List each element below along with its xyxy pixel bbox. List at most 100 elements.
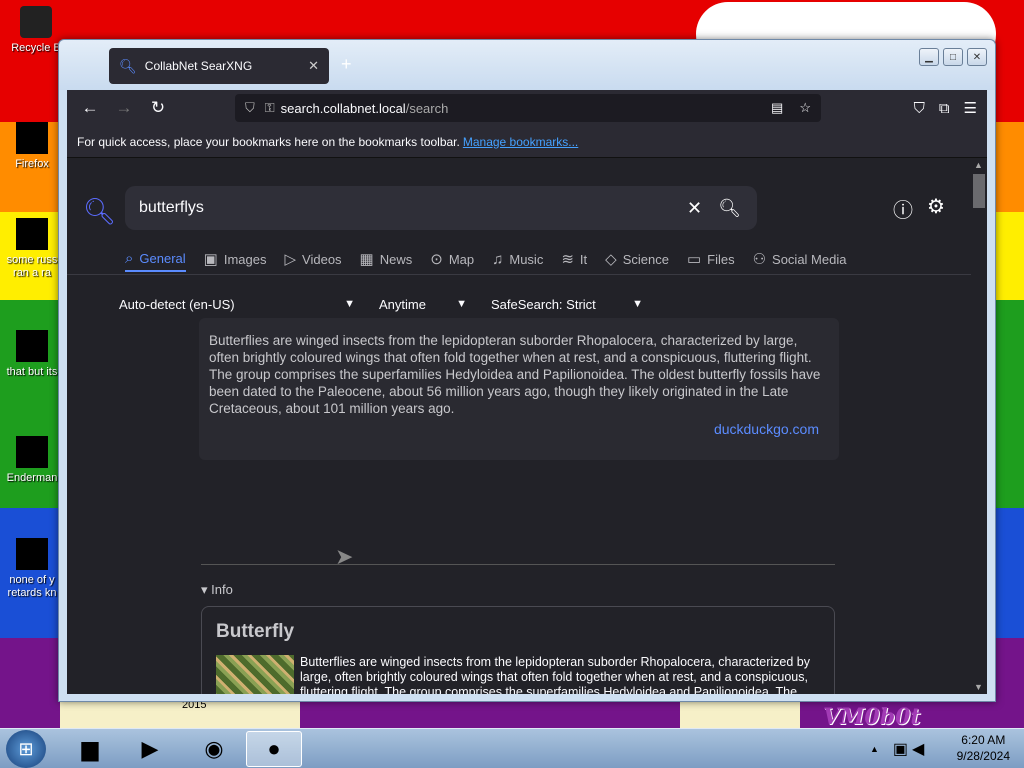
extensions-icon[interactable]: ⧉ — [939, 100, 950, 117]
tab-label: Files — [707, 251, 735, 267]
window-icon — [16, 436, 48, 468]
bookmarks-hint: For quick access, place your bookmarks h… — [77, 134, 460, 149]
tab-news[interactable]: ▦ News — [360, 246, 413, 272]
volume-icon[interactable]: ◀ — [912, 739, 924, 759]
title-bar: 🔍︎ CollabNet SearXNG ✕ + ▁ □ ✕ — [59, 40, 995, 90]
tab-images[interactable]: ▣ Images — [204, 246, 267, 272]
taskbar-app-globe[interactable]: ◉ — [186, 731, 242, 767]
bookmark-star-icon[interactable]: ☆ — [799, 100, 811, 116]
pocket-icon[interactable]: ⛉ — [914, 100, 925, 117]
taskbar-app-firefox[interactable]: ● — [246, 731, 302, 767]
language-value: Auto-detect (en-US) — [119, 296, 235, 312]
infobox: Butterfly Butterflies are winged insects… — [201, 606, 835, 694]
desktop-icon-chrome[interactable]: none of y retards kn — [0, 538, 64, 600]
search-page: 🔍︎ butterflys ✕ 🔍︎ ⓘ ⚙ ⌕ General ▣ Images … — [67, 158, 987, 694]
scroll-up-icon[interactable]: ▲ — [974, 160, 983, 170]
tab-label: Social Media — [772, 251, 847, 267]
taskbar: ⊞ ▆ ▶ ◉ ● ▲ ▣ ◀ 6:20 AM 9/28/2024 — [0, 728, 1024, 768]
forward-button[interactable]: → — [107, 93, 141, 123]
chevron-down-icon: ▼ — [344, 298, 355, 310]
reload-button[interactable]: ↻ — [141, 93, 175, 123]
shield-icon[interactable]: ⛉ — [245, 100, 255, 116]
taskbar-app-media-player[interactable]: ▶ — [122, 731, 178, 767]
browser-content: ← → ↻ ⛉ ⚿ search.collabnet.local/search … — [67, 90, 987, 694]
wallpaper-cartoon — [680, 700, 800, 728]
clock-time: 6:20 AM — [961, 733, 1006, 747]
tab-general[interactable]: ⌕ General — [125, 246, 186, 272]
language-select[interactable]: Auto-detect (en-US) ▼ — [119, 293, 355, 315]
desktop-icon-label: that but its — [6, 366, 58, 378]
info-toggle[interactable]: ▾ Info — [201, 582, 233, 598]
tab-music[interactable]: ♫ Music — [492, 246, 543, 272]
show-hidden-icons-icon[interactable]: ▲ — [870, 744, 879, 754]
network-icon[interactable]: ▣ — [893, 739, 908, 759]
manage-bookmarks-link[interactable]: Manage bookmarks... — [463, 135, 578, 149]
category-tabs: ⌕ General ▣ Images ▷ Videos ▦ News ⊙ Map ♫ Mus… — [125, 246, 864, 272]
scrollbar-thumb[interactable] — [973, 174, 985, 208]
search-icon[interactable]: 🔍︎ — [718, 198, 741, 219]
desktop-icon-firefox[interactable]: Firefox — [0, 122, 64, 171]
clear-icon[interactable]: ✕ — [687, 198, 702, 219]
mouse-cursor-icon: ➤ — [335, 544, 354, 569]
time-range-value: Anytime — [379, 296, 426, 312]
scroll-down-icon[interactable]: ▼ — [974, 682, 983, 692]
desktop-icon-label: none of y retards kn — [7, 574, 57, 599]
tab-label: It — [579, 251, 588, 267]
folder-icon — [16, 330, 48, 362]
taskbar-app-terminal[interactable]: ▆ — [62, 731, 118, 767]
tab-social-media[interactable]: ⚇ Social Media — [753, 246, 847, 272]
close-window-button[interactable]: ✕ — [967, 48, 987, 66]
browser-window: 🔍︎ CollabNet SearXNG ✕ + ▁ □ ✕ ← → ↻ ⛉ ⚿… — [58, 39, 996, 702]
start-button[interactable]: ⊞ — [6, 730, 46, 768]
url-bar[interactable]: ⛉ ⚿ search.collabnet.local/search ▤ ☆ — [235, 94, 821, 122]
infobox-title: Butterfly — [216, 621, 295, 642]
lock-icon[interactable]: ⚿ — [265, 100, 275, 116]
instant-answer: Butterflies are winged insects from the … — [199, 318, 839, 460]
people-icon: ⚇ — [752, 251, 767, 268]
tab-files[interactable]: ▭ Files — [687, 246, 735, 272]
clock-date: 9/28/2024 — [956, 749, 1010, 763]
url-path: /search — [405, 100, 449, 116]
search-filters: Auto-detect (en-US) ▼ Anytime ▼ SafeSear… — [119, 293, 643, 315]
map-pin-icon: ⊙ — [430, 251, 443, 268]
desktop-icon-enderman[interactable]: Enderman — [0, 436, 64, 485]
tab-map[interactable]: ⊙ Map — [430, 246, 474, 272]
desktop-icon-folder[interactable]: that but its — [0, 330, 64, 379]
close-tab-icon[interactable]: ✕ — [308, 58, 319, 74]
reader-view-icon[interactable]: ▤ — [771, 100, 783, 116]
divider — [67, 274, 971, 275]
minimize-button[interactable]: ▁ — [919, 48, 939, 66]
tab-it[interactable]: ≋ It — [561, 246, 587, 272]
desktop-icon-document[interactable]: some russ ran a ra — [0, 218, 64, 280]
answer-text: Butterflies are winged insects from the … — [209, 333, 821, 416]
infobox-text: Butterflies are winged insects from the … — [300, 655, 810, 694]
new-tab-button[interactable]: + — [341, 54, 352, 75]
tab-label: Images — [223, 251, 267, 267]
safesearch-select[interactable]: SafeSearch: Strict ▼ — [491, 293, 643, 315]
search-input[interactable]: butterflys ✕ 🔍︎ — [125, 186, 757, 230]
browser-tab[interactable]: 🔍︎ CollabNet SearXNG ✕ — [109, 48, 329, 84]
back-button[interactable]: ← — [73, 93, 107, 123]
play-icon: ▷ — [284, 251, 297, 268]
searxng-logo-icon[interactable]: 🔍︎ — [83, 196, 116, 227]
tab-videos[interactable]: ▷ Videos — [284, 246, 341, 272]
document-icon — [16, 218, 48, 250]
gear-icon[interactable]: ⚙ — [927, 194, 945, 223]
maximize-button[interactable]: □ — [943, 48, 963, 66]
info-icon[interactable]: ⓘ — [893, 194, 913, 223]
nav-toolbar: ← → ↻ ⛉ ⚿ search.collabnet.local/search … — [67, 90, 987, 126]
answer-source-link[interactable]: duckduckgo.com — [714, 421, 819, 438]
toolbar-right: ⛉ ⧉ ☰ — [914, 94, 977, 122]
tab-label: Science — [622, 251, 669, 267]
safesearch-value: SafeSearch: Strict — [491, 296, 596, 312]
infobox-body: Butterflies are winged insects from the … — [216, 655, 820, 694]
clock[interactable]: 6:20 AM 9/28/2024 — [957, 732, 1010, 764]
tab-science[interactable]: ◇ Science — [605, 246, 669, 272]
search-query: butterflys — [139, 199, 204, 216]
time-range-select[interactable]: Anytime ▼ — [379, 293, 467, 315]
page-scrollbar[interactable]: ▲ ▼ — [971, 158, 987, 694]
tab-label: Videos — [302, 251, 342, 267]
butterfly-collage-image[interactable] — [216, 655, 294, 694]
image-icon: ▣ — [203, 251, 218, 268]
menu-icon[interactable]: ☰ — [964, 99, 977, 117]
